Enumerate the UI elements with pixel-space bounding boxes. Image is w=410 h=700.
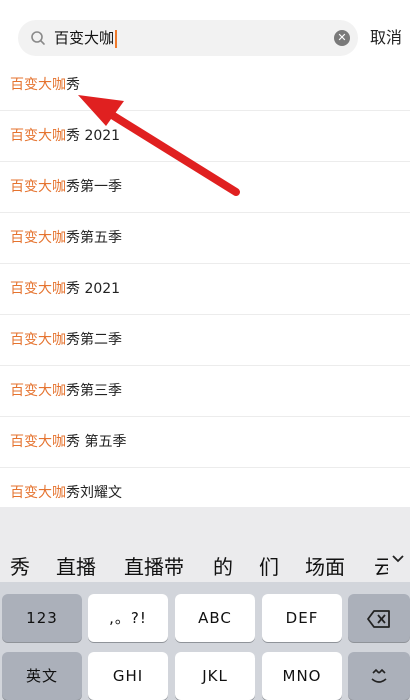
punctuation-key[interactable]: ,。?! [88, 594, 168, 642]
suggestion-rest: 秀 2021 [66, 128, 121, 144]
candidate-word[interactable]: 云 [374, 551, 388, 580]
candidate-bar: 秀 直播 直播带 的 们 场面 云 [0, 507, 410, 582]
clear-icon[interactable]: ✕ [334, 30, 350, 46]
cancel-button[interactable]: 取消 [370, 20, 402, 56]
keyboard: 秀 直播 直播带 的 们 场面 云 123 ,。?! ABC DEF 英文 GH… [0, 507, 410, 700]
suggestion-rest: 秀第三季 [66, 383, 122, 399]
suggestion-match: 百变大咖 [10, 179, 66, 195]
ghi-key[interactable]: GHI [88, 652, 168, 700]
search-input[interactable]: 百变大咖 [54, 20, 118, 56]
emoji-key[interactable] [348, 652, 410, 700]
suggestion-match: 百变大咖 [10, 230, 66, 246]
candidate-word[interactable]: 秀 [10, 551, 30, 580]
suggestion-rest: 秀第五季 [66, 230, 122, 246]
suggestion-rest: 秀 2021 [66, 281, 121, 297]
suggestion-rest: 秀刘耀文 [66, 485, 122, 501]
candidate-word[interactable]: 直播带 [124, 551, 184, 580]
candidate-word[interactable]: 场面 [305, 551, 345, 580]
backspace-icon [367, 609, 390, 628]
suggestion-item[interactable]: 百变大咖秀第一季 [0, 162, 410, 213]
candidate-word[interactable]: 们 [259, 551, 279, 580]
suggestion-match: 百变大咖 [10, 485, 66, 501]
suggestion-item[interactable]: 百变大咖秀 [0, 60, 410, 111]
suggestion-item[interactable]: 百变大咖秀 2021 [0, 111, 410, 162]
suggestion-item[interactable]: 百变大咖秀第二季 [0, 315, 410, 366]
suggestion-match: 百变大咖 [10, 128, 66, 144]
abc-key[interactable]: ABC [175, 594, 255, 642]
chevron-down-icon[interactable] [390, 551, 406, 567]
suggestion-match: 百变大咖 [10, 332, 66, 348]
mno-key[interactable]: MNO [262, 652, 342, 700]
text-caret [115, 29, 118, 48]
jkl-key[interactable]: JKL [175, 652, 255, 700]
suggestion-match: 百变大咖 [10, 434, 66, 450]
candidate-word[interactable]: 的 [213, 551, 233, 580]
suggestion-list: 百变大咖秀 百变大咖秀 2021 百变大咖秀第一季 百变大咖秀第五季 百变大咖秀… [0, 60, 410, 519]
search-icon [31, 31, 45, 45]
suggestion-match: 百变大咖 [10, 383, 66, 399]
suggestion-match: 百变大咖 [10, 281, 66, 297]
suggestion-rest: 秀 第五季 [66, 434, 127, 450]
suggestion-item[interactable]: 百变大咖秀 第五季 [0, 417, 410, 468]
search-query: 百变大咖 [54, 29, 115, 47]
suggestion-match: 百变大咖 [10, 77, 66, 93]
suggestion-item[interactable]: 百变大咖秀 2021 [0, 264, 410, 315]
numbers-key[interactable]: 123 [2, 594, 82, 642]
suggestion-item[interactable]: 百变大咖秀第五季 [0, 213, 410, 264]
emoji-icon [371, 668, 387, 683]
suggestion-rest: 秀 [66, 77, 80, 93]
delete-key[interactable] [348, 594, 410, 642]
candidate-word[interactable]: 直播 [56, 551, 96, 580]
search-field[interactable]: 百变大咖 ✕ [18, 20, 358, 56]
def-key[interactable]: DEF [262, 594, 342, 642]
suggestion-item[interactable]: 百变大咖秀第三季 [0, 366, 410, 417]
suggestion-rest: 秀第一季 [66, 179, 122, 195]
suggestion-rest: 秀第二季 [66, 332, 122, 348]
language-key[interactable]: 英文 [2, 652, 82, 700]
